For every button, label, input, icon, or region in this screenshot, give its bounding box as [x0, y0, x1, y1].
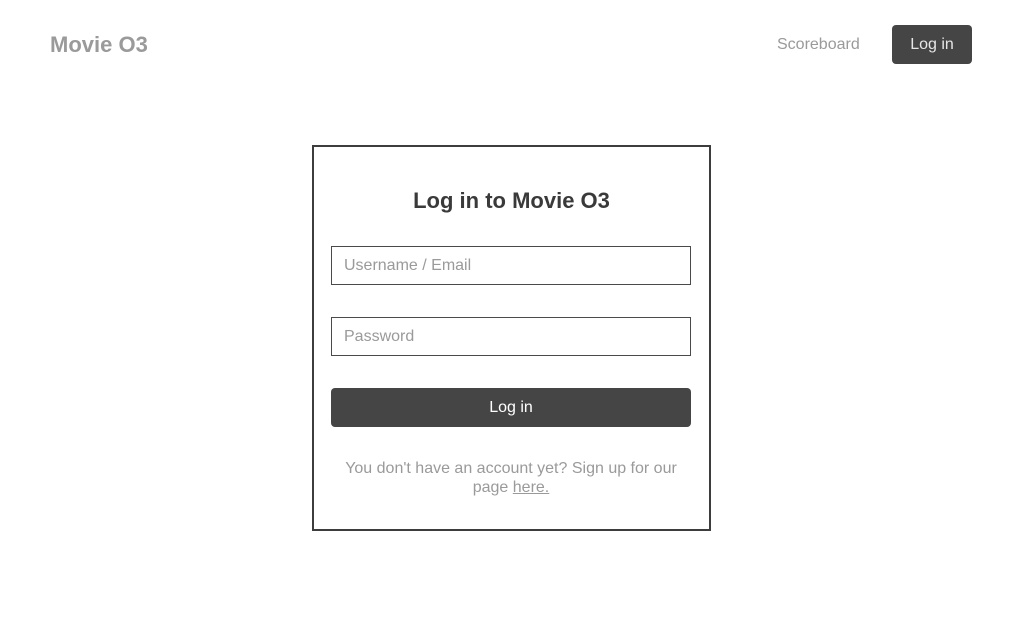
login-submit-button[interactable]: Log in	[331, 388, 691, 427]
nav-scoreboard-link[interactable]: Scoreboard	[777, 35, 860, 55]
login-title: Log in to Movie O3	[413, 188, 610, 213]
brand-logo-link[interactable]: Movie O3	[50, 31, 148, 59]
username-email-input[interactable]	[331, 246, 691, 285]
signup-here-link[interactable]: here.	[513, 479, 549, 496]
signup-prompt: You don't have an account yet? Sign up f…	[331, 459, 691, 497]
nav-login-button[interactable]: Log in	[892, 25, 972, 64]
top-nav: Movie O3 Scoreboard Log in	[0, 0, 1019, 90]
password-input[interactable]	[331, 317, 691, 356]
login-page: Movie O3 Scoreboard Log in Log in to Mov…	[0, 0, 1019, 633]
login-card: Log in to Movie O3 Log in You don't have…	[312, 145, 711, 531]
signup-prompt-text: You don't have an account yet? Sign up f…	[345, 460, 677, 496]
